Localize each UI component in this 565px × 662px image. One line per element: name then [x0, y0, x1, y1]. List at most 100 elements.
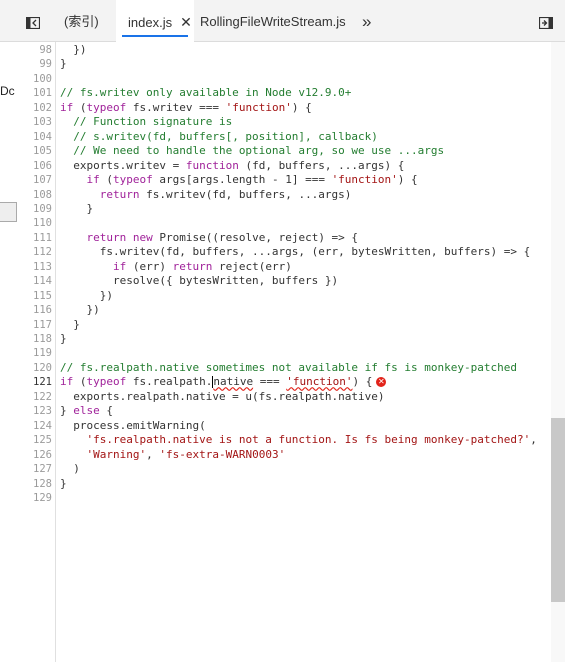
editor-tab-bar: (索引) index.js ✕ RollingFileWriteStream.js…	[0, 0, 565, 42]
line-number[interactable]: 107	[18, 173, 52, 187]
line-number[interactable]: 114	[18, 274, 52, 288]
tab-rolling-file-write-stream[interactable]: RollingFileWriteStream.js	[200, 0, 346, 41]
line-number[interactable]: 100	[18, 72, 52, 86]
code-line[interactable]: 119	[33, 346, 551, 360]
code-line[interactable]: 100	[33, 72, 551, 86]
line-text: if (err) return reject(err)	[112, 259, 292, 273]
line-text: if (typeof fs.realpath.native === 'funct…	[60, 375, 387, 389]
line-number[interactable]: 103	[18, 115, 52, 129]
line-number[interactable]: 109	[18, 202, 52, 216]
line-number[interactable]: 119	[18, 346, 52, 360]
code-line[interactable]: 99}	[39, 57, 551, 71]
line-number[interactable]: 122	[18, 390, 52, 404]
code-line[interactable]: 110	[33, 216, 551, 230]
line-text: }	[60, 57, 67, 71]
line-text: })	[60, 303, 100, 317]
line-number[interactable]: 124	[18, 419, 52, 433]
line-number[interactable]: 129	[18, 491, 52, 505]
code-line[interactable]: 114 resolve({ bytesWritten, buffers })	[33, 274, 551, 288]
error-icon[interactable]: ✕	[376, 377, 387, 388]
line-number[interactable]: 112	[18, 245, 52, 259]
code-line[interactable]: 122 exports.realpath.native = u(fs.realp…	[33, 390, 551, 404]
line-number[interactable]: 126	[18, 448, 52, 462]
close-icon[interactable]: ✕	[180, 14, 192, 30]
code-line[interactable]: 101// fs.writev only available in Node v…	[33, 86, 551, 100]
line-number[interactable]: 101	[18, 86, 52, 100]
code-line[interactable]: 128}	[33, 476, 551, 491]
code-line[interactable]: 115 })	[33, 289, 551, 303]
scrollbar-thumb[interactable]	[551, 418, 565, 602]
toggle-debugger-icon[interactable]	[538, 14, 554, 30]
line-number[interactable]: 116	[18, 303, 52, 317]
code-line[interactable]: 127 )	[33, 462, 551, 476]
code-line[interactable]: 109 }	[33, 201, 551, 216]
code-line[interactable]: 111 return new Promise((resolve, reject)…	[33, 230, 551, 245]
line-text: }	[60, 201, 94, 215]
line-number[interactable]: 99	[18, 57, 52, 71]
line-text: } else {	[60, 404, 113, 418]
code-line[interactable]: 105 // We need to handle the optional ar…	[33, 144, 551, 158]
line-number[interactable]: 111	[18, 231, 52, 245]
code-line[interactable]: 108 return fs.writev(fd, buffers, ...arg…	[33, 187, 551, 202]
code-line[interactable]: 124 process.emitWarning(	[33, 418, 551, 433]
line-text: // fs.realpath.native sometimes not avai…	[60, 360, 517, 374]
line-number[interactable]: 105	[18, 144, 52, 158]
line-text: return new Promise((resolve, reject) => …	[86, 230, 359, 244]
line-number[interactable]: 108	[18, 188, 52, 202]
line-number[interactable]: 117	[18, 318, 52, 332]
tab-label: index.js	[128, 15, 173, 30]
line-number[interactable]: 104	[18, 130, 52, 144]
toggle-navigator-icon[interactable]	[25, 14, 41, 30]
line-text: }	[60, 332, 67, 345]
code-line[interactable]: 104 // s.writev(fd, buffers[, position],…	[33, 129, 551, 144]
code-line[interactable]: 125 'fs.realpath.native is not a functio…	[33, 433, 551, 447]
code-line[interactable]: 116 })	[33, 303, 551, 317]
line-text: return fs.writev(fd, buffers, ...args)	[99, 187, 352, 201]
line-text: }	[60, 317, 80, 331]
tab-index-html[interactable]: (索引)	[58, 0, 105, 41]
code-line[interactable]: 112 fs.writev(fd, buffers, ...args, (err…	[33, 245, 551, 259]
line-text: 'Warning', 'fs-extra-WARN0003'	[86, 447, 286, 461]
line-number[interactable]: 113	[18, 260, 52, 274]
line-number[interactable]: 128	[18, 477, 52, 491]
line-text: fs.writev(fd, buffers, ...args, (err, by…	[60, 245, 531, 259]
code-line[interactable]: 103 // Function signature is	[33, 115, 551, 129]
more-tabs-icon[interactable]: »	[362, 0, 371, 41]
line-number[interactable]: 102	[18, 101, 52, 115]
line-text: process.emitWarning(	[60, 418, 206, 432]
line-text: // s.writev(fd, buffers[, position], cal…	[73, 129, 378, 143]
line-number[interactable]: 115	[18, 289, 52, 303]
tab-label: (索引)	[64, 14, 99, 29]
code-line[interactable]: 123} else {	[33, 404, 551, 418]
navigator-panel-edge: Dc	[0, 42, 18, 662]
tab-label: RollingFileWriteStream.js	[200, 14, 346, 29]
line-number[interactable]: 118	[18, 332, 52, 346]
line-text: if (typeof args[args.length - 1] === 'fu…	[86, 173, 418, 187]
line-text: })	[60, 43, 87, 56]
code-line[interactable]: 113 if (err) return reject(err)	[33, 259, 551, 274]
code-line[interactable]: 102 if (typeof fs.writev === 'function') …	[33, 101, 551, 115]
code-line[interactable]: 120// fs.realpath.native sometimes not a…	[33, 360, 551, 375]
line-number[interactable]: 98	[18, 43, 52, 57]
code-line[interactable]: 129	[33, 491, 551, 505]
code-line[interactable]: 126 'Warning', 'fs-extra-WARN0003'	[33, 447, 551, 462]
code-editor[interactable]: 98 }) 99} 100 101// fs.writev only availabl…	[33, 42, 551, 662]
code-line[interactable]: 107 if (typeof args[args.length - 1] ===…	[33, 173, 551, 187]
line-number[interactable]: 121	[18, 375, 52, 389]
code-line[interactable]: 118}	[33, 332, 551, 346]
line-number[interactable]: 125	[18, 433, 52, 447]
active-tab-indicator	[122, 35, 188, 37]
line-text: }	[60, 476, 67, 490]
code-line[interactable]: 98 })	[39, 43, 551, 57]
line-number[interactable]: 127	[18, 462, 52, 476]
code-line[interactable]: 121 if (typeof fs.realpath.native === 'fu…	[33, 375, 551, 389]
tab-index-js[interactable]: index.js ✕	[116, 0, 194, 42]
code-line[interactable]: 106 exports.writev = function (fd, buffe…	[33, 159, 551, 173]
line-text: // Function signature is	[73, 115, 233, 129]
code-line[interactable]: 117 }	[33, 317, 551, 332]
line-number[interactable]: 123	[18, 404, 52, 418]
line-number[interactable]: 106	[18, 159, 52, 173]
line-number[interactable]: 110	[18, 216, 52, 230]
line-number[interactable]: 120	[18, 361, 52, 375]
navigator-scroll-handle[interactable]	[0, 202, 17, 222]
